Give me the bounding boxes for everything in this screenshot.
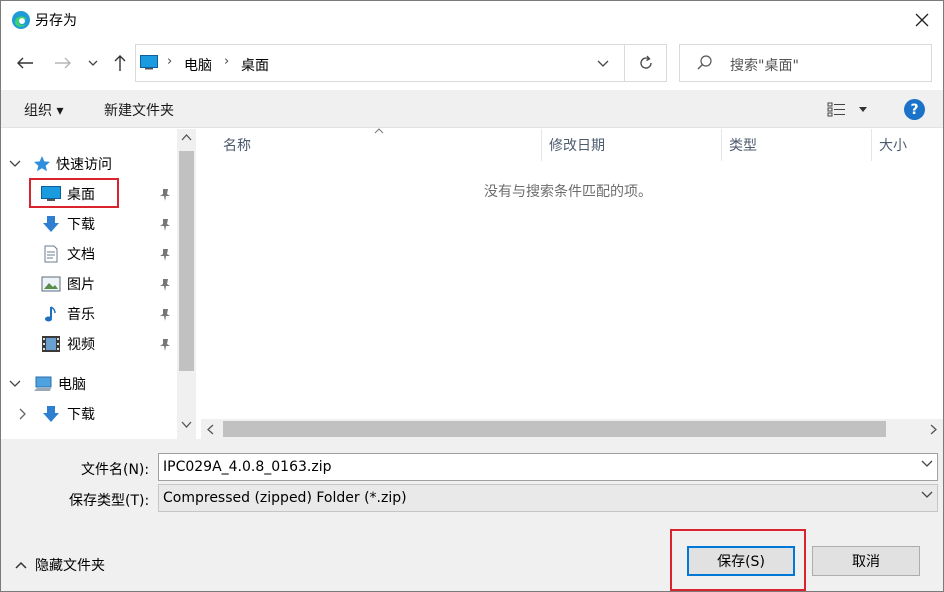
column-divider[interactable] [721,129,722,161]
filename-label: 文件名(N): [81,462,150,478]
pin-icon [160,279,170,291]
chevron-up-icon [15,561,27,569]
chevron-down-icon [921,491,933,498]
address-dropdown-button[interactable] [592,53,614,75]
close-button[interactable] [899,3,943,37]
tree-label-videos: 视频 [67,337,95,353]
up-button[interactable] [106,49,134,77]
column-divider[interactable] [541,129,542,161]
recent-locations-button[interactable] [81,49,105,77]
column-header-type[interactable]: 类型 [729,135,757,155]
column-header-name[interactable]: 名称 [223,135,251,155]
tree-item-videos[interactable]: 视频 [41,330,95,358]
filename-value: IPC029A_4.0.8_0163.zip [163,459,332,475]
navigation-pane-scrollbar[interactable] [177,129,196,439]
organize-menu-button[interactable]: 组织 ▾ [24,100,63,120]
filename-input[interactable]: IPC029A_4.0.8_0163.zip [158,453,938,481]
save-button[interactable]: 保存(S) [687,546,795,576]
refresh-icon [640,55,652,69]
search-icon [697,55,712,70]
address-bar[interactable]: › 电脑 › 桌面 [135,44,667,82]
pin-icon [160,339,170,351]
breadcrumb-separator: › [224,54,230,69]
chevron-right-icon [19,408,26,420]
chevron-down-icon [597,60,609,67]
tree-item-music[interactable]: 音乐 [41,300,95,328]
chevron-down-icon [9,160,21,167]
filetype-label: 保存类型(T): [69,493,150,509]
arrow-left-icon [17,57,33,69]
download-arrow-icon [43,216,59,232]
tree-label-quick-access: 快速访问 [56,157,112,173]
tree-item-pc-downloads[interactable]: 下载 [19,400,95,428]
navigation-pane: 快速访问 桌面 下载 文档 图片 音乐 视频 电脑 下载 [1,129,197,439]
pin-icon [160,219,170,231]
close-icon [915,13,929,27]
scroll-right-icon [930,424,937,435]
search-box[interactable]: 搜索"桌面" [679,44,932,82]
pin-icon [160,309,170,321]
edge-browser-icon [12,11,30,29]
download-arrow-icon [43,406,59,422]
caret-down-icon [859,107,867,112]
column-divider[interactable] [871,129,872,161]
tree-item-pc[interactable]: 电脑 [9,370,86,398]
tree-item-quick-access[interactable]: 快速访问 [9,150,112,178]
command-bar: 组织 ▾ 新建文件夹 ? [1,90,943,128]
tree-label-pc-downloads: 下载 [67,407,95,423]
hide-folders-toggle[interactable]: 隐藏文件夹 [15,555,105,575]
arrow-up-icon [114,55,126,71]
desktop-highlight-box [29,178,119,208]
chevron-down-icon [9,380,21,387]
sort-ascending-icon [374,128,384,134]
tree-label-downloads: 下载 [67,217,95,233]
breadcrumb-pc[interactable]: 电脑 [184,55,212,75]
pin-icon [160,189,170,201]
tree-label-documents: 文档 [67,247,95,263]
document-icon [44,245,58,263]
help-button[interactable]: ? [904,99,925,120]
refresh-button[interactable] [624,45,667,81]
scrollbar-thumb[interactable] [223,421,886,437]
music-note-icon [45,306,56,322]
breadcrumb-desktop[interactable]: 桌面 [241,55,269,75]
chevron-down-icon[interactable] [921,460,933,468]
tree-item-pictures[interactable]: 图片 [41,270,95,298]
scroll-up-icon [181,134,192,141]
new-folder-button[interactable]: 新建文件夹 [104,100,174,120]
back-button[interactable] [11,49,39,77]
desktop-icon [140,55,158,70]
view-options-button[interactable] [827,100,871,120]
title-bar: 另存为 [1,1,943,39]
star-icon [34,156,50,172]
tree-label-pictures: 图片 [67,277,95,293]
scroll-down-icon [181,421,192,428]
tree-item-documents[interactable]: 文档 [41,240,95,268]
tree-item-downloads[interactable]: 下载 [41,210,95,238]
filetype-value: Compressed (zipped) Folder (*.zip) [163,490,407,506]
pin-icon [160,249,170,261]
forward-button[interactable] [49,49,77,77]
tree-label-music: 音乐 [67,307,95,323]
picture-icon [41,276,61,292]
computer-icon [34,376,52,391]
hide-folders-label: 隐藏文件夹 [35,558,105,574]
column-header-date-modified[interactable]: 修改日期 [549,135,605,155]
video-icon [42,336,60,352]
file-list-horizontal-scrollbar[interactable] [201,419,943,439]
arrow-right-icon [55,57,71,69]
search-placeholder: 搜索"桌面" [730,58,799,74]
scroll-left-icon [207,424,214,435]
tree-label-pc: 电脑 [58,377,86,393]
cancel-button[interactable]: 取消 [812,546,920,576]
chevron-down-icon [88,60,98,66]
column-header-size[interactable]: 大小 [879,135,907,155]
breadcrumb-separator: › [167,54,173,69]
empty-folder-message: 没有与搜索条件匹配的项。 [484,184,652,200]
filetype-select[interactable]: Compressed (zipped) Folder (*.zip) [158,484,938,512]
dialog-title: 另存为 [35,13,77,29]
scrollbar-thumb[interactable] [179,151,194,371]
save-as-dialog: 另存为 › 电脑 › 桌面 搜索"桌面" 组织 ▾ 新建文件夹 ? 快速访问 桌… [0,0,944,592]
list-view-icon [827,102,845,117]
